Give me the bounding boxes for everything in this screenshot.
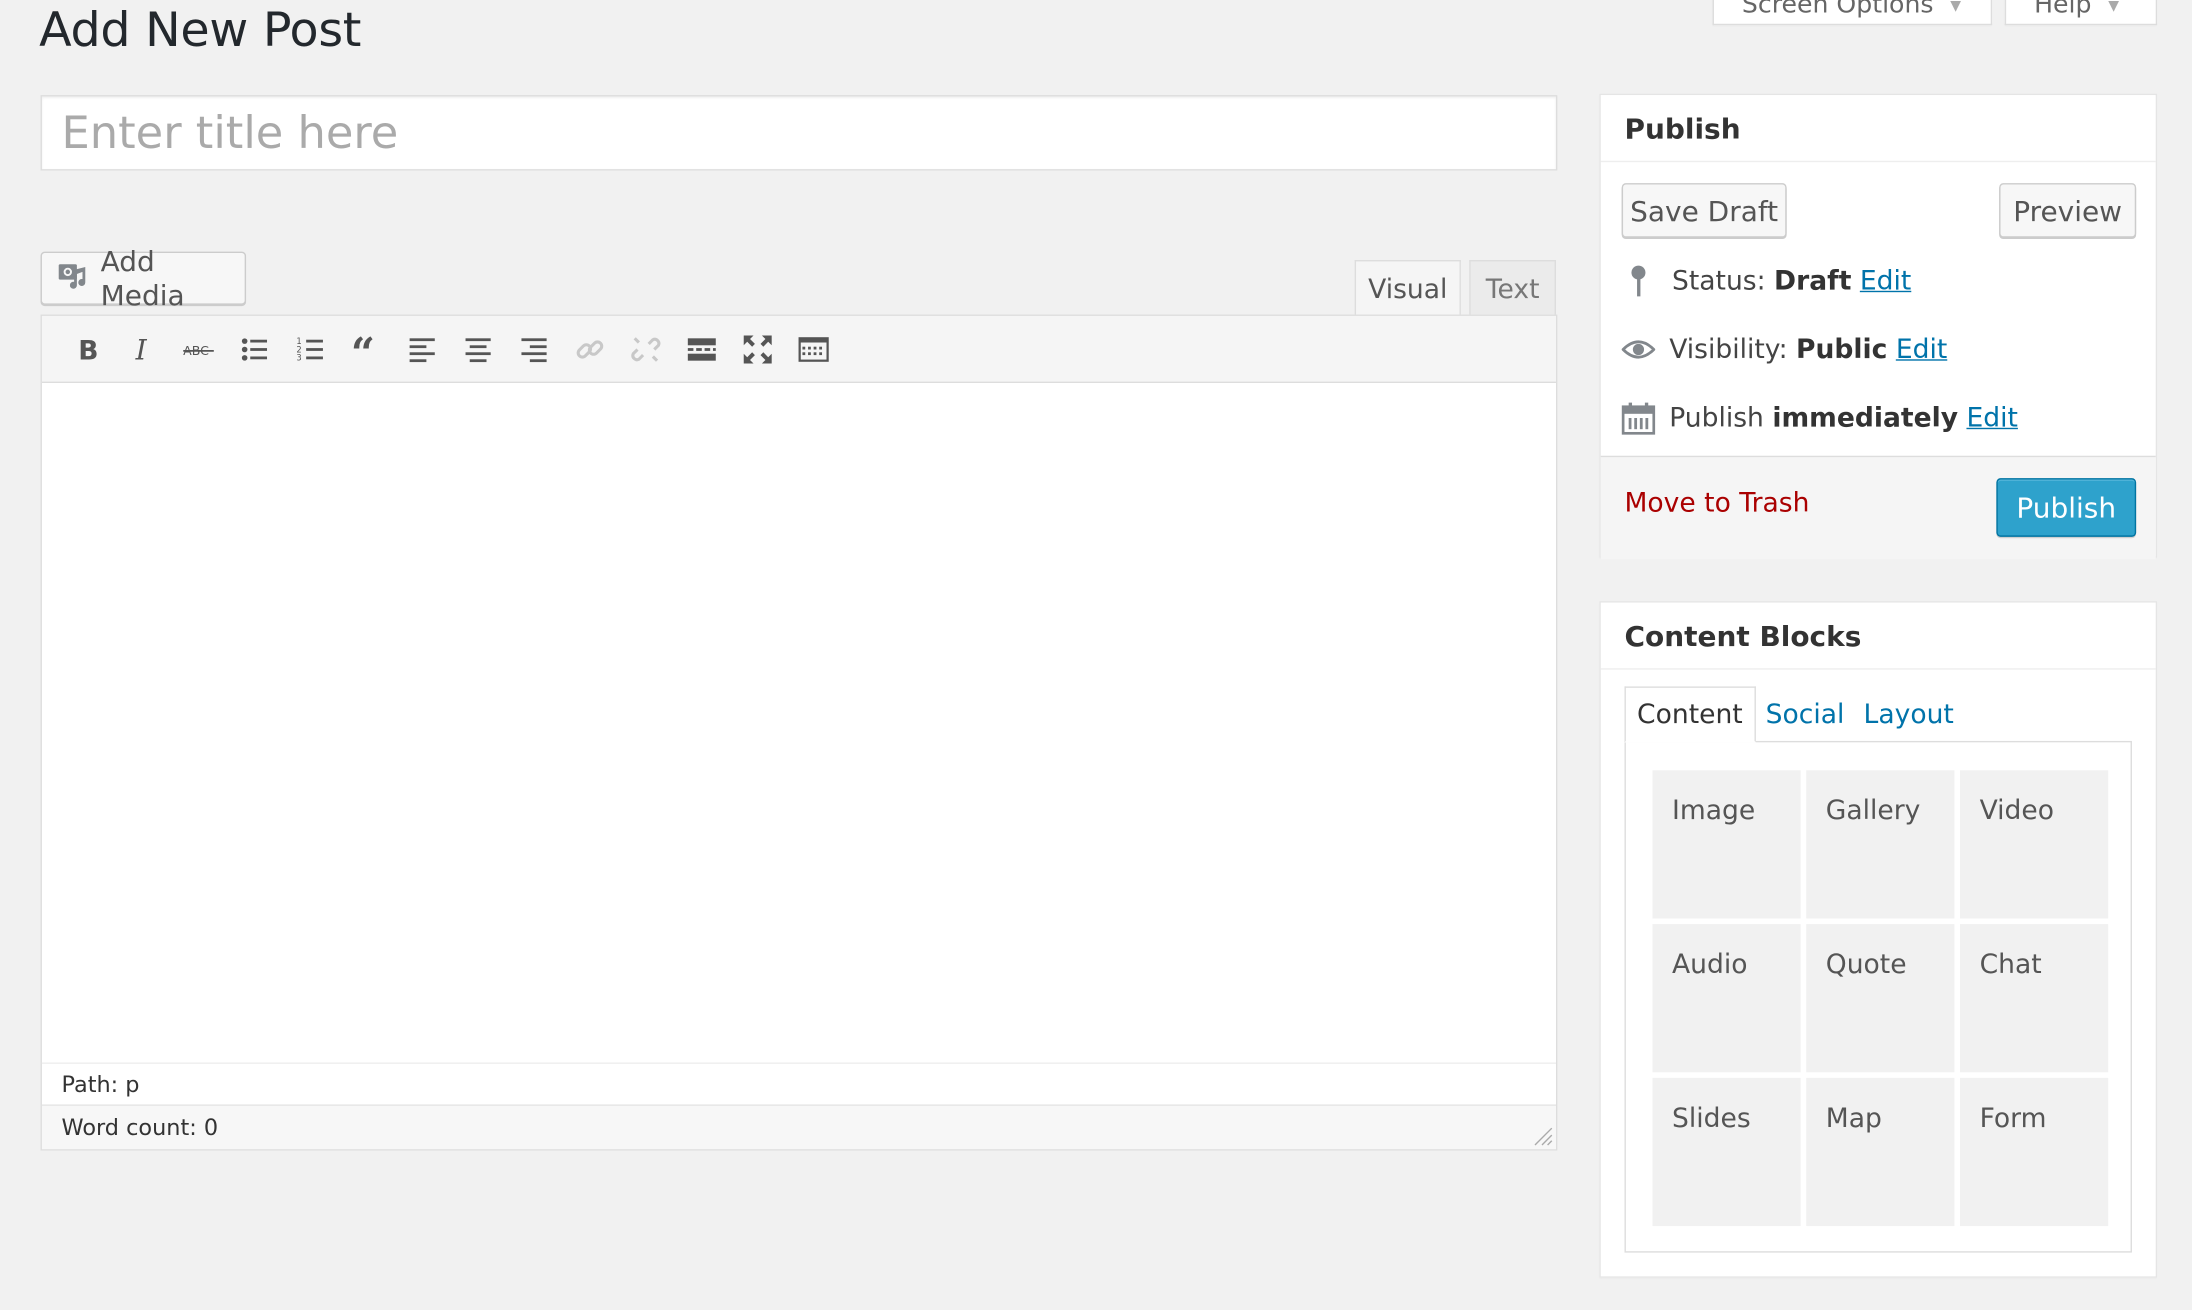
caret-down-icon: ▼ bbox=[2108, 0, 2120, 14]
tab-text[interactable]: Text bbox=[1469, 260, 1556, 316]
tab-layout[interactable]: Layout bbox=[1852, 686, 1965, 742]
help-label: Help bbox=[2034, 0, 2092, 20]
publish-actions: Move to Trash Publish bbox=[1600, 455, 2156, 560]
svg-text:B: B bbox=[78, 335, 98, 365]
unlink-icon[interactable] bbox=[618, 321, 674, 377]
visibility-value: Public bbox=[1796, 334, 1888, 365]
screen-options-button[interactable]: Screen Options ▼ bbox=[1712, 0, 1993, 26]
italic-icon[interactable]: I bbox=[115, 321, 171, 377]
page-title: Add New Post bbox=[39, 2, 362, 59]
editor-path: Path: p bbox=[41, 1062, 1556, 1105]
editor-content-area[interactable] bbox=[41, 383, 1556, 1063]
add-media-button[interactable]: Add Media bbox=[40, 245, 247, 312]
post-editor: B I ABC 123 “ Path: p Word count: 0 bbox=[40, 314, 1558, 1151]
svg-text:3: 3 bbox=[296, 352, 301, 362]
edit-schedule-link[interactable]: Edit bbox=[1966, 403, 2017, 434]
svg-text:I: I bbox=[135, 333, 148, 364]
align-center-icon[interactable] bbox=[450, 321, 506, 377]
visibility-label: Visibility: bbox=[1669, 334, 1788, 365]
status-value: Draft bbox=[1774, 265, 1852, 297]
strikethrough-icon[interactable]: ABC bbox=[171, 321, 227, 377]
publish-button[interactable]: Publish bbox=[1996, 478, 2137, 537]
block-map[interactable]: Map bbox=[1806, 1077, 1955, 1227]
read-more-icon[interactable] bbox=[674, 321, 730, 377]
move-to-trash-link[interactable]: Move to Trash bbox=[1624, 488, 1809, 519]
editor-toolbar: B I ABC 123 “ bbox=[41, 315, 1556, 384]
add-media-label: Add Media bbox=[100, 244, 185, 312]
toolbar-toggle-icon[interactable] bbox=[786, 321, 842, 377]
tab-visual[interactable]: Visual bbox=[1354, 260, 1461, 318]
edit-status-link[interactable]: Edit bbox=[1860, 266, 1911, 297]
align-right-icon[interactable] bbox=[506, 321, 562, 377]
status-label: Status: bbox=[1672, 265, 1766, 297]
help-button[interactable]: Help ▼ bbox=[2004, 0, 2158, 26]
content-blocks-title: Content Blocks bbox=[1600, 603, 2156, 670]
block-image[interactable]: Image bbox=[1652, 770, 1801, 919]
tab-social[interactable]: Social bbox=[1754, 686, 1855, 742]
content-blocks-box: Content Blocks Content Social Layout Ima… bbox=[1599, 601, 2158, 1278]
block-audio[interactable]: Audio bbox=[1652, 924, 1801, 1073]
schedule-row: Publish immediately Edit bbox=[1621, 397, 2018, 439]
visibility-row: Visibility: Public Edit bbox=[1621, 329, 1947, 371]
numbered-list-icon[interactable]: 123 bbox=[282, 321, 338, 377]
publish-box: Publish Save Draft Preview Status: Draft… bbox=[1599, 93, 2158, 560]
block-quote[interactable]: Quote bbox=[1806, 924, 1955, 1073]
bulleted-list-icon[interactable] bbox=[226, 321, 282, 377]
fullscreen-icon[interactable] bbox=[730, 321, 786, 377]
edit-visibility-link[interactable]: Edit bbox=[1896, 334, 1947, 365]
save-draft-button[interactable]: Save Draft bbox=[1621, 183, 1787, 238]
block-gallery[interactable]: Gallery bbox=[1806, 770, 1955, 919]
content-blocks-grid: Image Gallery Video Audio Quote Chat Sli… bbox=[1652, 770, 2109, 1227]
tab-content[interactable]: Content bbox=[1624, 686, 1756, 743]
blockquote-icon[interactable]: “ bbox=[338, 321, 394, 377]
resize-handle-icon[interactable] bbox=[1531, 1124, 1553, 1146]
page: Screen Options ▼ Help ▼ Add New Post Add… bbox=[0, 0, 2192, 1310]
eye-icon bbox=[1621, 340, 1656, 359]
screen-options-label: Screen Options bbox=[1741, 0, 1934, 20]
block-chat[interactable]: Chat bbox=[1959, 924, 2109, 1073]
caret-down-icon: ▼ bbox=[1950, 0, 1962, 14]
insert-link-icon[interactable] bbox=[562, 321, 618, 377]
schedule-label: Publish bbox=[1669, 402, 1764, 434]
content-blocks-panel: Image Gallery Video Audio Quote Chat Sli… bbox=[1624, 740, 2132, 1253]
block-form[interactable]: Form bbox=[1959, 1077, 2109, 1227]
pin-icon bbox=[1631, 265, 1646, 297]
block-slides[interactable]: Slides bbox=[1652, 1077, 1801, 1227]
align-left-icon[interactable] bbox=[394, 321, 450, 377]
add-media-icon bbox=[56, 258, 90, 299]
block-video[interactable]: Video bbox=[1959, 770, 2109, 919]
bold-icon[interactable]: B bbox=[59, 321, 115, 377]
post-status-row: Status: Draft Edit bbox=[1622, 260, 1911, 302]
word-count: Word count: 0 bbox=[41, 1104, 1556, 1150]
publish-box-title: Publish bbox=[1600, 95, 2156, 163]
calendar-icon bbox=[1621, 402, 1656, 435]
post-title-input[interactable] bbox=[40, 95, 1558, 171]
schedule-value: immediately bbox=[1772, 402, 1959, 434]
preview-button[interactable]: Preview bbox=[1999, 183, 2137, 238]
svg-text:“: “ bbox=[351, 333, 375, 364]
